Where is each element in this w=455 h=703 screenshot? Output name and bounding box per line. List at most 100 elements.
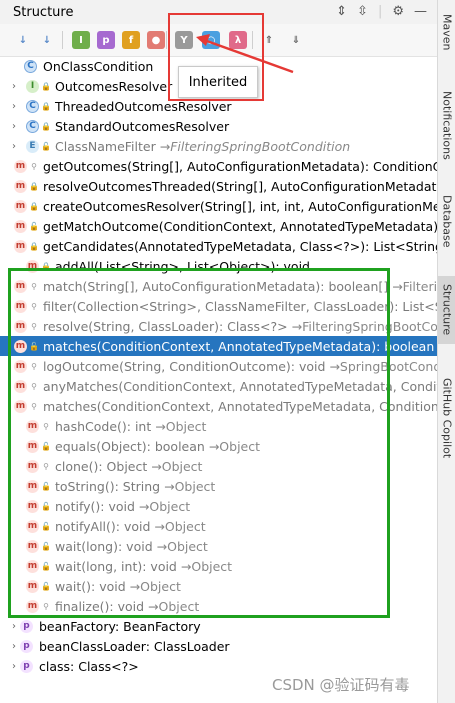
member-signature: getOutcomes(String[], AutoConfigurationM… bbox=[43, 158, 437, 174]
property-icon: p bbox=[20, 659, 33, 673]
method-icon: m bbox=[26, 259, 39, 273]
member-signature: StandardOutcomesResolver bbox=[55, 118, 230, 134]
member-signature: addAll(List<String>, List<Object>): void bbox=[55, 258, 310, 274]
expand-icon[interactable]: ⇕ bbox=[336, 4, 347, 19]
sidebar-tab-notifications[interactable]: Notifications bbox=[438, 82, 455, 168]
tree-row[interactable]: m 🔒 resolveOutcomesThreaded(String[], Auto… bbox=[0, 176, 437, 196]
sort-by-visibility-icon[interactable]: ↓ bbox=[14, 31, 32, 49]
structure-panel: Structure ⇕ ⇳ | ⚙ — ↓ ↓ Ip f ● Y ○ λ ⇑ ⇓ Inherite… bbox=[0, 0, 437, 703]
public-unlock-icon: 🔓 bbox=[41, 501, 51, 511]
method-icon: m bbox=[14, 159, 27, 173]
tree-row[interactable]: m 🔒 getCandidates(AnnotatedTypeMetadata, C… bbox=[0, 236, 437, 256]
tree-row[interactable]: m 🔓 notifyAll(): void →Object bbox=[0, 516, 437, 536]
show-non-public-icon[interactable]: ● bbox=[147, 31, 165, 49]
tree-row[interactable]: m ⚲ matches(ConditionContext, AnnotatedTyp… bbox=[0, 396, 437, 416]
tree-row[interactable]: m ⚲ clone(): Object →Object bbox=[0, 456, 437, 476]
method-icon: m bbox=[14, 219, 27, 233]
chevron-right-icon[interactable]: › bbox=[8, 121, 20, 132]
tree-row[interactable]: m ⚲ logOutcome(String, ConditionOutcome): … bbox=[0, 356, 437, 376]
tree-row[interactable]: m ⚲ anyMatches(ConditionContext, Annotated… bbox=[0, 376, 437, 396]
inherited-from-label: →Object bbox=[129, 578, 181, 594]
tree-row[interactable]: › E 🔓 ClassNameFilter →FilteringSpringBootCo… bbox=[0, 136, 437, 156]
inherited-from-label: →SpringBootCond bbox=[329, 358, 437, 374]
sidebar-tab-label: Database bbox=[440, 194, 454, 248]
method-icon: m bbox=[26, 479, 39, 493]
chevron-right-icon[interactable]: › bbox=[8, 141, 20, 152]
member-signature: wait(): void bbox=[55, 578, 126, 594]
chevron-right-icon[interactable]: › bbox=[8, 621, 20, 632]
member-signature: anyMatches(ConditionContext, AnnotatedTy… bbox=[43, 378, 437, 394]
member-signature: wait(long): void bbox=[55, 538, 153, 554]
tree-row[interactable]: › p beanFactory: BeanFactory bbox=[0, 616, 437, 636]
tree-row[interactable]: m 🔓 toString(): String →Object bbox=[0, 476, 437, 496]
collapse-all-icon[interactable]: ⇓ bbox=[287, 31, 305, 49]
sidebar-tab-label: Maven bbox=[440, 13, 454, 51]
expand-all-icon[interactable]: ⇑ bbox=[260, 31, 278, 49]
sidebar-tab-database[interactable]: Database bbox=[438, 188, 455, 254]
tree-row[interactable]: m ⚲ finalize(): void →Object bbox=[0, 596, 437, 616]
chevron-right-icon[interactable]: › bbox=[8, 81, 20, 92]
gear-icon[interactable]: ⚙ bbox=[392, 4, 404, 19]
method-icon: m bbox=[26, 459, 39, 473]
tree-row[interactable]: m 🔒 addAll(List<String>, List<Object>): vo… bbox=[0, 256, 437, 276]
tree-row[interactable]: m 🔓 wait(): void →Object bbox=[0, 576, 437, 596]
show-anonymous-icon[interactable]: ○ bbox=[202, 31, 220, 49]
member-signature: getCandidates(AnnotatedTypeMetadata, Cla… bbox=[43, 238, 437, 254]
public-unlock-icon: 🔓 bbox=[41, 541, 51, 551]
private-lock-icon: 🔒 bbox=[29, 181, 39, 191]
inherited-tooltip: Inherited bbox=[178, 66, 258, 98]
sidebar-tab-maven[interactable]: Maven bbox=[438, 4, 455, 60]
public-unlock-icon: 🔓 bbox=[41, 581, 51, 591]
hide-icon[interactable]: — bbox=[414, 4, 427, 19]
method-icon: m bbox=[14, 319, 27, 333]
member-signature: beanFactory: BeanFactory bbox=[39, 618, 201, 634]
inherited-from-label: →Object bbox=[208, 438, 261, 454]
sort-alphabetically-icon[interactable]: ↓ bbox=[38, 31, 56, 49]
sidebar-tab-label: GitHub Copilot bbox=[440, 377, 454, 459]
class-icon: C bbox=[26, 99, 39, 113]
sidebar-tab-structure[interactable]: Structure bbox=[438, 276, 455, 344]
class-icon: C bbox=[26, 119, 39, 133]
show-inherited-icon[interactable]: Y bbox=[175, 31, 193, 49]
show-properties-icon[interactable]: p bbox=[97, 31, 115, 49]
public-unlock-icon: 🔓 bbox=[41, 441, 51, 451]
panel-title: Structure bbox=[13, 5, 74, 20]
tree-row[interactable]: m 🔒 createOutcomesResolver(String[], int, … bbox=[0, 196, 437, 216]
method-icon: m bbox=[26, 419, 39, 433]
collapse-icon[interactable]: ⇳ bbox=[357, 4, 368, 19]
sidebar-tab-github-copilot[interactable]: GitHub Copilot bbox=[438, 364, 455, 472]
tree-row[interactable]: m ⚲ resolve(String, ClassLoader): Class<?>… bbox=[0, 316, 437, 336]
chevron-right-icon[interactable]: › bbox=[8, 641, 20, 652]
sidebar-tab-label: Notifications bbox=[440, 90, 454, 160]
show-lambdas-icon[interactable]: λ bbox=[229, 31, 247, 49]
show-fields-icon[interactable]: f bbox=[122, 31, 140, 49]
tree-row[interactable]: m ⚲ getOutcomes(String[], AutoConfiguratio… bbox=[0, 156, 437, 176]
inherited-from-label: →Object bbox=[156, 538, 208, 554]
tree-row[interactable]: m 🔓 wait(long): void →Object bbox=[0, 536, 437, 556]
public-unlock-icon: 🔓 bbox=[41, 481, 51, 491]
private-lock-icon: 🔒 bbox=[41, 261, 51, 271]
tree-row[interactable]: m 🔓 wait(long, int): void →Object bbox=[0, 556, 437, 576]
private-lock-icon: 🔒 bbox=[29, 201, 39, 211]
tree-row[interactable]: m 🔓 getMatchOutcome(ConditionContext, Anno… bbox=[0, 216, 437, 236]
chevron-right-icon[interactable]: › bbox=[8, 101, 20, 112]
tree-row[interactable]: m ⚲ hashCode(): int →Object bbox=[0, 416, 437, 436]
tree-row[interactable]: m 🔓 matches(ConditionContext, AnnotatedTyp… bbox=[0, 336, 437, 356]
member-signature: OutcomesResolver bbox=[55, 78, 173, 94]
tree-row[interactable]: m ⚲ filter(Collection<String>, ClassNameFi… bbox=[0, 296, 437, 316]
enum-icon: E bbox=[26, 139, 39, 153]
tree-row[interactable]: › p class: Class<?> bbox=[0, 656, 437, 676]
private-lock-icon: 🔒 bbox=[41, 101, 51, 111]
tree-row[interactable]: m 🔓 equals(Object): boolean →Object bbox=[0, 436, 437, 456]
tree-row[interactable]: › p beanClassLoader: ClassLoader bbox=[0, 636, 437, 656]
tree-row[interactable]: m ⚲ match(String[], AutoConfigurationMetad… bbox=[0, 276, 437, 296]
tree-row[interactable]: m 🔓 notify(): void →Object bbox=[0, 496, 437, 516]
tree-row[interactable]: › C 🔒 ThreadedOutcomesResolver bbox=[0, 96, 437, 116]
tree-row[interactable]: › C 🔒 StandardOutcomesResolver bbox=[0, 116, 437, 136]
show-interfaces-icon[interactable]: I bbox=[72, 31, 90, 49]
method-icon: m bbox=[14, 379, 27, 393]
property-icon: p bbox=[20, 619, 33, 633]
chevron-right-icon[interactable]: › bbox=[8, 661, 20, 672]
inherited-from-label: →FilteringSpringBootCon bbox=[291, 318, 437, 334]
toolbar-separator bbox=[62, 31, 63, 49]
